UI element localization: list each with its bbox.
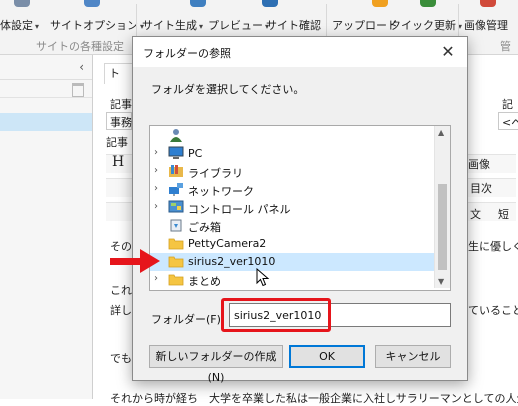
- folder-tree[interactable]: › PC › ライブラリ › ネットワーク › コントロール パネル ごみ箱 P…: [149, 125, 451, 291]
- collapse-icon[interactable]: ‹: [79, 60, 84, 74]
- quick-update-icon: [420, 0, 436, 7]
- ribbon-site-generate[interactable]: サイト生成 ▾: [142, 17, 203, 33]
- bg-label: 記事: [106, 136, 128, 149]
- dialog-title: フォルダーの参照: [143, 47, 231, 60]
- heading-icon[interactable]: H: [112, 154, 124, 170]
- body-text: それから時が経ち 大学を卒業した私は一般企業に入社しサラリーマンとしての人生をス…: [110, 392, 518, 405]
- settings-icon: [14, 0, 30, 7]
- control-panel-icon: [168, 200, 184, 214]
- expand-icon[interactable]: ›: [154, 183, 158, 194]
- red-arrow: [110, 258, 142, 265]
- folder-icon: [168, 254, 184, 268]
- bg-label: 記: [502, 98, 513, 111]
- body-text: でも: [110, 352, 132, 365]
- left-panel: ‹: [0, 55, 93, 399]
- ribbon-image-manage[interactable]: 画像管理: [464, 17, 508, 33]
- folder-field-label: フォルダー(F):: [151, 313, 225, 326]
- tree-item-label: ライブラリ: [188, 167, 243, 180]
- short-button[interactable]: 短: [498, 206, 509, 222]
- body-text: 生に優しく: [468, 240, 518, 253]
- tab-label: ト: [109, 67, 120, 80]
- body-text: これ: [110, 284, 132, 297]
- text-button[interactable]: 文: [470, 206, 481, 222]
- tree-item-pettycamera2[interactable]: PettyCamera2: [150, 235, 436, 253]
- trash-icon[interactable]: [72, 83, 84, 97]
- site-options-icon: [84, 0, 100, 7]
- scroll-up-icon[interactable]: ▲: [438, 128, 444, 137]
- tree-item-label: PC: [188, 147, 203, 160]
- expand-icon[interactable]: ›: [154, 165, 158, 176]
- tree-item-user[interactable]: [150, 127, 436, 145]
- ribbon-site-check[interactable]: サイト確認: [266, 17, 321, 33]
- bg-label: 記事: [110, 98, 132, 111]
- folder-icon: [168, 272, 184, 286]
- expand-icon[interactable]: ›: [154, 201, 158, 212]
- ribbon-upload[interactable]: アップロード: [332, 17, 398, 33]
- tree-item-matome[interactable]: › まとめ: [150, 271, 436, 289]
- body-text: 詳し: [110, 304, 132, 317]
- folder-icon: [168, 236, 184, 250]
- scroll-down-icon[interactable]: ▼: [438, 277, 444, 286]
- selected-list-item[interactable]: [0, 113, 92, 131]
- image-manage-icon: [480, 0, 496, 7]
- recycle-bin-icon: [168, 218, 184, 232]
- ribbon-quick-update[interactable]: クイック更新 ▾: [390, 17, 462, 33]
- library-icon: [168, 164, 184, 178]
- expand-icon[interactable]: ›: [154, 273, 158, 284]
- tree-item-network[interactable]: › ネットワーク: [150, 181, 436, 199]
- highlight-box: [221, 298, 331, 332]
- tree-item-label: ネットワーク: [188, 185, 254, 198]
- left-panel-header: ‹: [0, 55, 92, 80]
- ribbon-group-label: サイトの各種設定: [36, 40, 124, 53]
- dialog-instruction: フォルダを選択してください。: [151, 83, 305, 96]
- ribbon-preview[interactable]: プレビュー ▾: [208, 17, 269, 33]
- tree-item-label: まとめ: [188, 275, 221, 288]
- tree-item-label: sirius2_ver1010: [188, 255, 276, 268]
- expand-icon[interactable]: ›: [154, 147, 158, 158]
- image-button[interactable]: 画像: [468, 156, 490, 172]
- preview-icon: [262, 0, 278, 7]
- cancel-button[interactable]: キャンセル: [375, 345, 451, 368]
- tree-item-control-panel[interactable]: › コントロール パネル: [150, 199, 436, 217]
- site-generate-icon: [190, 0, 206, 7]
- tree-item-pc[interactable]: › PC: [150, 145, 436, 163]
- red-arrow-head: [140, 249, 160, 273]
- ribbon-site-settings[interactable]: 体設定 ▾: [0, 17, 39, 33]
- scrollbar-thumb[interactable]: [438, 184, 447, 270]
- tree-item-label: ごみ箱: [188, 221, 221, 234]
- close-icon[interactable]: ✕: [437, 41, 459, 63]
- tree-scrollbar[interactable]: ▲ ▼: [434, 126, 450, 288]
- ribbon-group-label: 管: [500, 40, 511, 53]
- network-icon: [168, 182, 184, 196]
- bg-field-value: 事務: [110, 116, 132, 129]
- dialog-titlebar: フォルダーの参照 ✕: [133, 37, 467, 67]
- body-text: ていることは: [468, 304, 518, 317]
- tree-item-library[interactable]: › ライブラリ: [150, 163, 436, 181]
- ribbon-site-options[interactable]: サイトオプション ▾: [50, 17, 144, 33]
- mouse-cursor-icon: [256, 268, 270, 287]
- tree-item-sirius2-ver1010[interactable]: sirius2_ver1010: [150, 253, 436, 271]
- upload-icon: [372, 0, 388, 7]
- user-icon: [168, 128, 184, 142]
- tree-item-recycle-bin[interactable]: ごみ箱: [150, 217, 436, 235]
- body-text: その: [110, 240, 132, 253]
- pc-icon: [168, 146, 184, 160]
- bg-field-value: <ペ: [502, 116, 518, 129]
- ok-button[interactable]: OK: [289, 345, 365, 368]
- tree-item-label: PettyCamera2: [188, 237, 267, 250]
- toc-button[interactable]: 目次: [470, 180, 492, 196]
- new-folder-button[interactable]: 新しいフォルダーの作成(N): [149, 345, 283, 384]
- tree-item-label: コントロール パネル: [188, 203, 291, 216]
